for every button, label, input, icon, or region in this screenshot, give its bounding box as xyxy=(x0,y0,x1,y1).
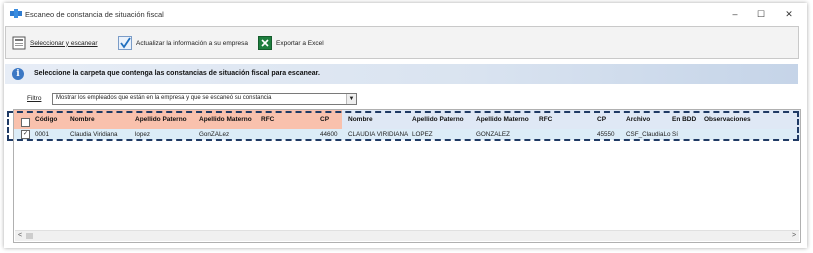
close-button[interactable]: ✕ xyxy=(778,6,800,22)
minimize-button[interactable]: – xyxy=(724,6,746,22)
selection-highlight xyxy=(7,111,799,141)
scroll-left-icon[interactable]: < xyxy=(15,231,25,241)
title-bar: Escaneo de constancia de situación fisca… xyxy=(4,3,807,25)
scan-button[interactable]: Seleccionar y escanear xyxy=(12,35,98,51)
window-title: Escaneo de constancia de situación fisca… xyxy=(25,10,164,19)
filter-value: Mostrar los empleados que están en la em… xyxy=(56,95,272,101)
export-label: Exportar a Excel xyxy=(276,39,324,47)
excel-icon xyxy=(258,36,272,50)
scanner-icon xyxy=(12,36,26,50)
export-excel-button[interactable]: Exportar a Excel xyxy=(258,35,324,51)
horizontal-scrollbar[interactable]: < > xyxy=(15,230,799,241)
app-icon xyxy=(10,9,22,18)
filter-label: Filtro xyxy=(27,95,42,102)
toolbar: Seleccionar y escanear Actualizar la inf… xyxy=(5,26,799,59)
scroll-right-icon[interactable]: > xyxy=(789,231,799,241)
info-text: Seleccione la carpeta que contenga las c… xyxy=(34,70,320,77)
info-icon: i xyxy=(12,68,24,80)
chevron-down-icon[interactable]: ▼ xyxy=(346,94,356,104)
scan-label: Seleccionar y escanear xyxy=(30,39,98,47)
update-label: Actualizar la información a su empresa xyxy=(136,39,248,47)
checkmark-icon xyxy=(118,36,132,50)
update-company-button[interactable]: Actualizar la información a su empresa xyxy=(118,35,248,51)
maximize-button[interactable]: ☐ xyxy=(750,6,772,22)
filter-select[interactable]: Mostrar los empleados que están en la em… xyxy=(52,93,357,105)
info-banner: i Seleccione la carpeta que contenga las… xyxy=(5,64,798,84)
scroll-thumb[interactable] xyxy=(26,233,33,239)
